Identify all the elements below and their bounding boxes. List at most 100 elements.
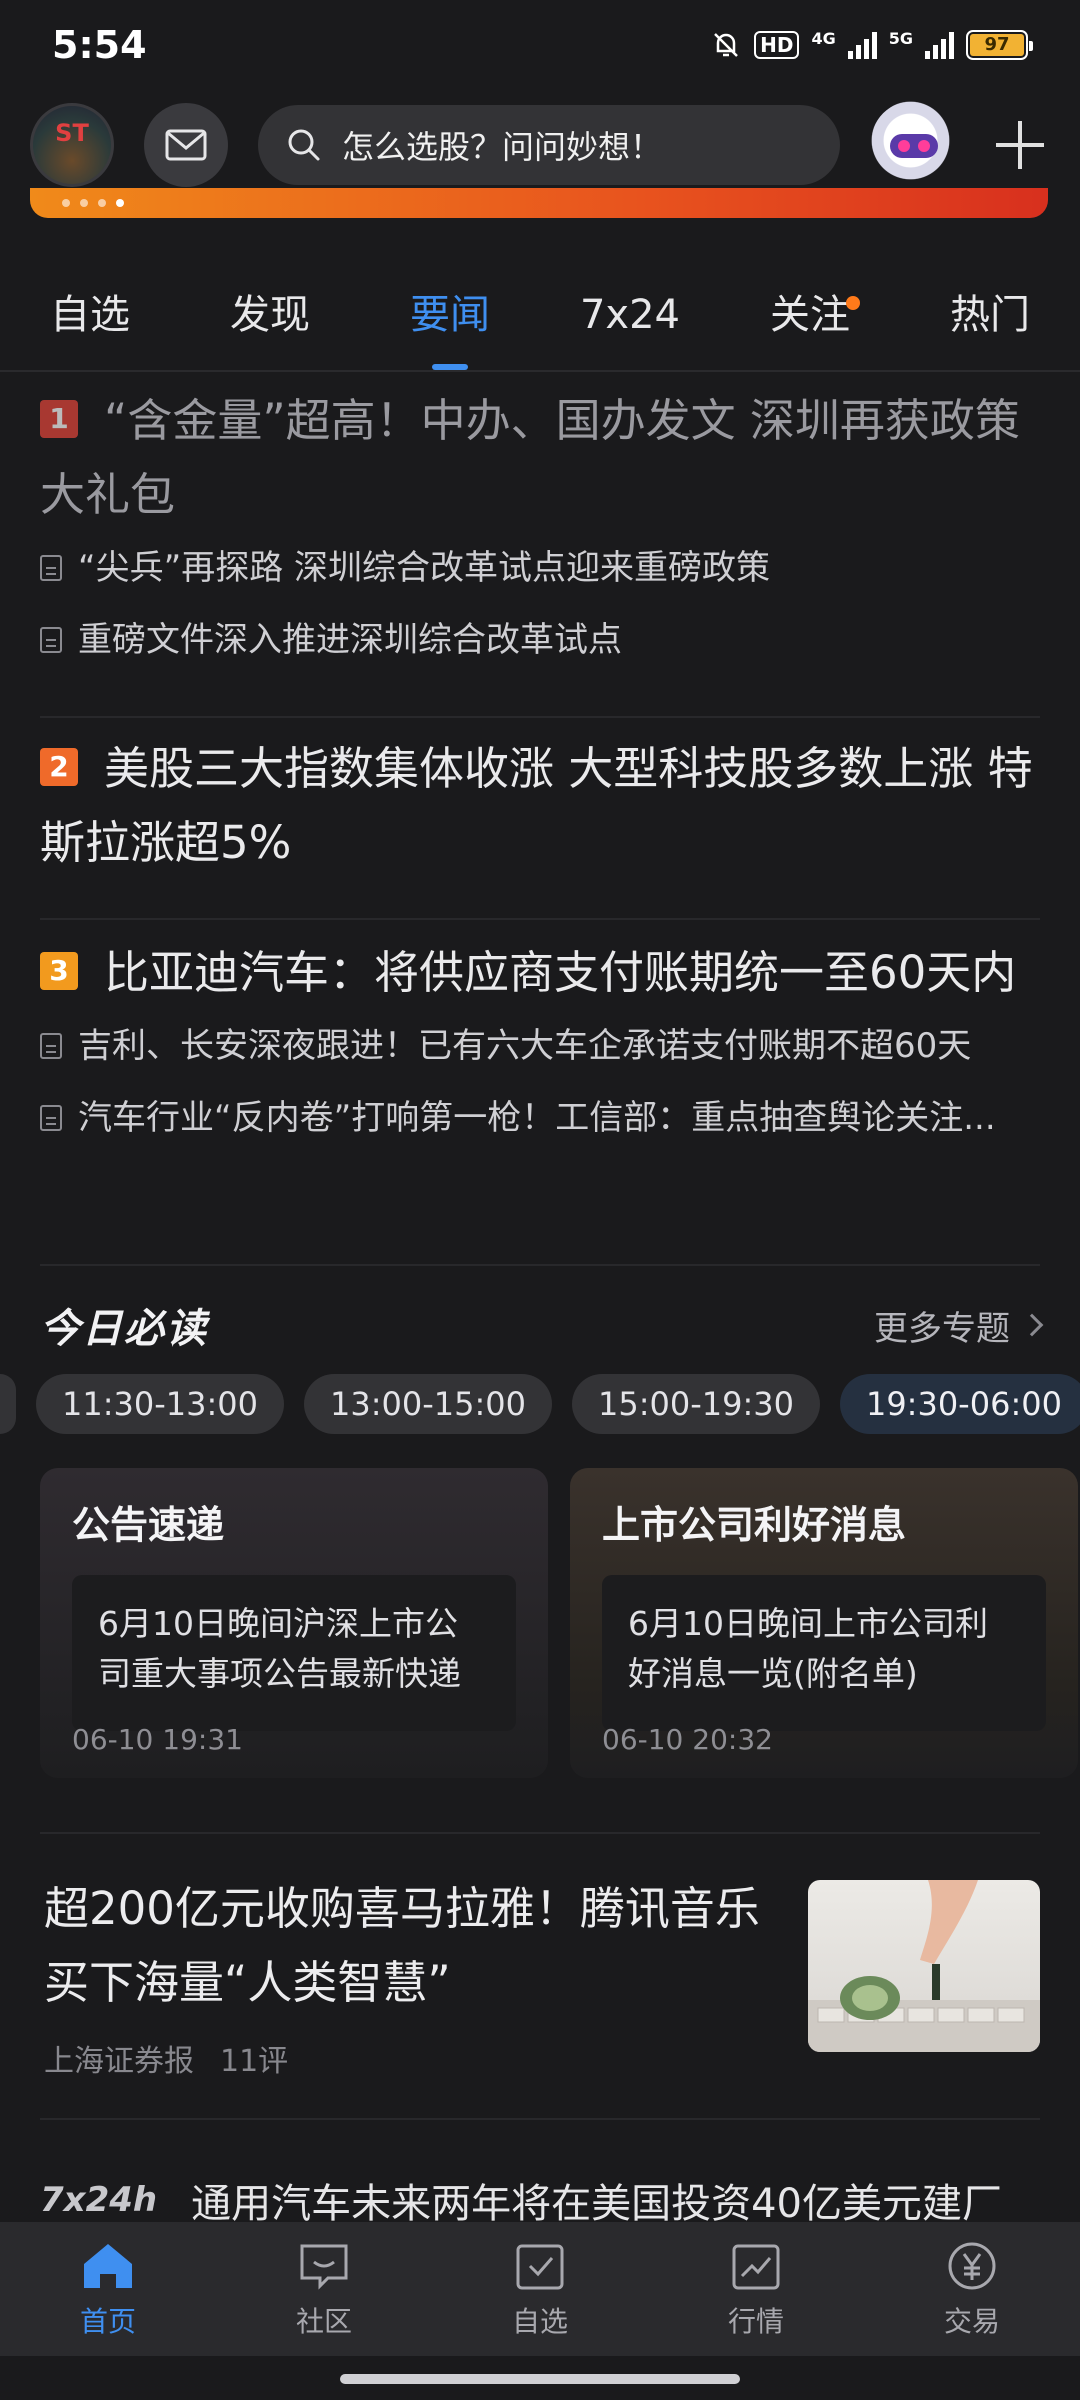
- battery-level: 97: [970, 34, 1024, 56]
- tab-label: 7x24: [579, 292, 681, 338]
- card-body: 6月10日晚间上市公司利好消息一览(附名单): [602, 1575, 1046, 1731]
- topic-card[interactable]: 公告速递 6月10日晚间沪深上市公司重大事项公告最新快递 06-10 19:31: [40, 1468, 548, 1778]
- search-input[interactable]: 怎么选股？问问妙想！: [258, 105, 840, 185]
- related-news-item[interactable]: “尖兵”再探路 深圳综合改革试点迎来重磅政策: [40, 532, 1040, 604]
- avatar[interactable]: ST: [30, 103, 114, 187]
- document-icon: [40, 1033, 62, 1059]
- news-item[interactable]: 2 美股三大指数集体收涨 大型科技股多数上涨 特斯拉涨超5%: [0, 732, 1080, 880]
- nav-label: 首页: [79, 2305, 136, 2338]
- tab-discover[interactable]: 发现: [180, 260, 360, 370]
- search-icon: [288, 129, 320, 161]
- article-item[interactable]: 超200亿元收购喜马拉雅！腾讯音乐买下海量“人类智慧” 上海证券报 11评: [40, 1870, 1040, 2079]
- time-slot-pill[interactable]: 15:00-19:30: [571, 1374, 820, 1434]
- flash-text: 通用汽车未来两年将在美国投资40亿美元建厂: [191, 2181, 1003, 2227]
- bell-muted-icon: [714, 33, 739, 57]
- time-slot-selector: 11:30-13:00 13:00-15:00 15:00-19:30 19:3…: [0, 1372, 1080, 1436]
- topic-card[interactable]: 上市公司利好消息 6月10日晚间上市公司利好消息一览(附名单) 06-10 20…: [570, 1468, 1078, 1778]
- time-slot-pill[interactable]: 11:30-13:00: [36, 1374, 284, 1434]
- divider: [40, 2118, 1040, 2120]
- news-title: 美股三大指数集体收涨 大型科技股多数上涨 特斯拉涨超5%: [40, 742, 1033, 869]
- news-item[interactable]: 1 “含金量”超高！中办、国办发文 深圳再获政策大礼包 “尖兵”再探路 深圳综合改…: [0, 384, 1080, 676]
- news-tabs: 自选 发现 要闻 7x24 关注 热门: [0, 260, 1080, 370]
- related-news-title: 重磅文件深入推进深圳综合改革试点: [78, 620, 622, 660]
- tab-hot[interactable]: 热门: [900, 260, 1080, 370]
- related-news-title: “尖兵”再探路 深圳综合改革试点迎来重磅政策: [78, 548, 771, 588]
- avatar-text: ST: [55, 119, 89, 147]
- card-title: 上市公司利好消息: [602, 1503, 907, 1547]
- news-headline[interactable]: 2 美股三大指数集体收涨 大型科技股多数上涨 特斯拉涨超5%: [40, 732, 1040, 880]
- news-headline[interactable]: 1 “含金量”超高！中办、国办发文 深圳再获政策大礼包: [40, 384, 1040, 532]
- time-slot-pill[interactable]: 13:00-15:00: [303, 1374, 552, 1434]
- related-news-item[interactable]: 汽车行业“反内卷”打响第一枪！工信部：重点抽查舆论关注...: [40, 1082, 1040, 1154]
- rank-badge: 3: [40, 952, 78, 990]
- news-item[interactable]: 3 比亚迪汽车：将供应商支付账期统一至60天内 吉利、长安深夜跟进！已有六大车企承…: [0, 936, 1080, 1154]
- related-news-title: 汽车行业“反内卷”打响第一枪！工信部：重点抽查舆论关注...: [78, 1098, 996, 1138]
- battery-icon: 97: [966, 30, 1033, 60]
- article-comment-count: 11评: [220, 2044, 289, 2079]
- network-5g-label: 5G: [888, 29, 913, 48]
- nav-trade[interactable]: 交易: [864, 2222, 1080, 2356]
- must-read-header: 今日必读 更多专题: [40, 1290, 1044, 1360]
- must-read-title: 今日必读: [40, 1306, 208, 1352]
- more-topics-link[interactable]: 更多专题: [874, 1301, 1044, 1350]
- card-title: 公告速递: [72, 1503, 225, 1547]
- divider: [0, 370, 1080, 372]
- signal-icon: [847, 31, 877, 59]
- news-title: “含金量”超高！中办、国办发文 深圳再获政策大礼包: [40, 394, 1020, 521]
- nav-label: 交易: [943, 2305, 1000, 2338]
- ai-assistant-icon[interactable]: [870, 100, 960, 190]
- hd-badge: HD: [754, 31, 800, 59]
- app-header: ST 怎么选股？问问妙想！: [0, 90, 1080, 200]
- card-time: 06-10 20:32: [602, 1723, 773, 1756]
- status-bar: 5:54 HD 4G 5G 97: [0, 0, 1080, 90]
- must-read-cards: 公告速递 6月10日晚间沪深上市公司重大事项公告最新快递 06-10 19:31…: [40, 1468, 1080, 1778]
- nav-market[interactable]: 行情: [648, 2222, 864, 2356]
- tab-label: 发现: [230, 292, 310, 338]
- nav-community[interactable]: 社区: [216, 2222, 432, 2356]
- tab-watchlist[interactable]: 自选: [0, 260, 180, 370]
- status-icons: HD 4G 5G 97: [710, 29, 1033, 61]
- document-icon: [40, 627, 62, 653]
- document-icon: [40, 1105, 62, 1131]
- article-title: 超200亿元收购喜马拉雅！腾讯音乐买下海量“人类智慧”: [44, 1882, 760, 2009]
- flash-news[interactable]: 7x24h 通用汽车未来两年将在美国投资40亿美元建厂: [40, 2170, 1080, 2230]
- divider: [40, 1264, 1040, 1266]
- card-time: 06-10 19:31: [72, 1723, 243, 1756]
- network-4g-label: 4G: [811, 29, 836, 48]
- nav-watchlist[interactable]: 自选: [432, 2222, 648, 2356]
- related-news-item[interactable]: 重磅文件深入推进深圳综合改革试点: [40, 604, 1040, 676]
- messages-button[interactable]: [144, 103, 228, 187]
- promo-banner[interactable]: [30, 188, 1048, 218]
- flash-tag: 7x24h: [40, 2180, 158, 2220]
- time-slot-pill-active[interactable]: 19:30-06:00: [839, 1374, 1080, 1434]
- news-headline[interactable]: 3 比亚迪汽车：将供应商支付账期统一至60天内: [40, 936, 1040, 1010]
- chevron-right-icon: [1020, 1313, 1044, 1337]
- divider: [40, 1832, 1040, 1834]
- home-indicator[interactable]: [340, 2374, 740, 2384]
- mail-icon: [165, 129, 207, 161]
- tab-7x24[interactable]: 7x24: [540, 260, 720, 370]
- article-meta: 上海证券报 11评: [44, 2036, 288, 2080]
- tab-headlines[interactable]: 要闻: [360, 260, 540, 370]
- nav-home[interactable]: 首页: [0, 2222, 216, 2356]
- bottom-nav: 首页 社区 自选 行情 交易: [0, 2222, 1080, 2356]
- banner-pager: [62, 199, 124, 207]
- checkbox-icon: [516, 2244, 564, 2290]
- related-news-title: 吉利、长安深夜跟进！已有六大车企承诺支付账期不超60天: [78, 1026, 972, 1066]
- time-slot-prev[interactable]: [0, 1374, 16, 1434]
- tab-label: 自选: [50, 292, 130, 338]
- rank-badge: 2: [40, 748, 78, 786]
- yen-icon: [948, 2242, 996, 2290]
- tab-label: 热门: [950, 292, 1030, 338]
- tab-following[interactable]: 关注: [720, 260, 900, 370]
- divider: [40, 918, 1040, 920]
- search-placeholder: 怎么选股？问问妙想！: [342, 128, 663, 166]
- tab-label: 要闻: [410, 292, 490, 338]
- status-time: 5:54: [52, 23, 147, 67]
- add-button[interactable]: [990, 115, 1050, 175]
- article-thumbnail: [808, 1880, 1040, 2052]
- chart-icon: [732, 2244, 780, 2290]
- card-body: 6月10日晚间沪深上市公司重大事项公告最新快递: [72, 1575, 516, 1731]
- related-news-item[interactable]: 吉利、长安深夜跟进！已有六大车企承诺支付账期不超60天: [40, 1010, 1040, 1082]
- rank-badge: 1: [40, 400, 78, 438]
